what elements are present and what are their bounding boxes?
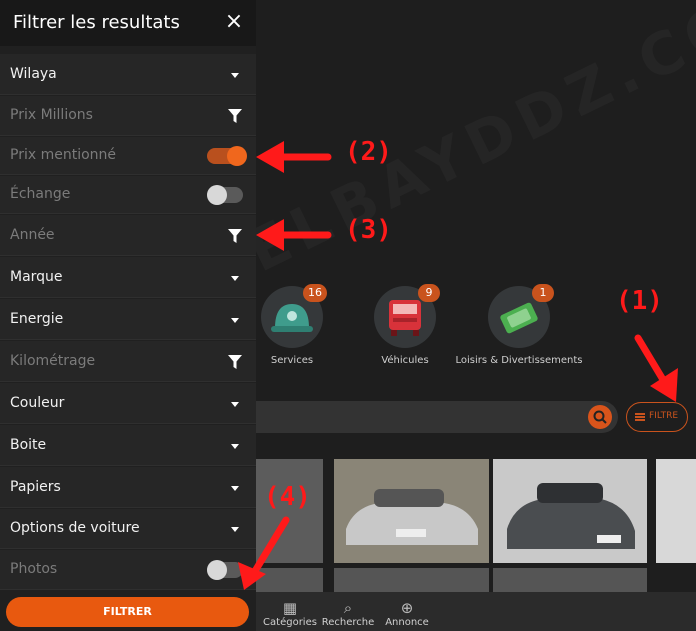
annotation-label: (2) [345,137,392,167]
annotation-label: (4) [264,482,311,512]
annotation-label: (1) [616,286,663,316]
annotation-label: (3) [345,215,392,245]
annotation-arrows [238,141,678,590]
